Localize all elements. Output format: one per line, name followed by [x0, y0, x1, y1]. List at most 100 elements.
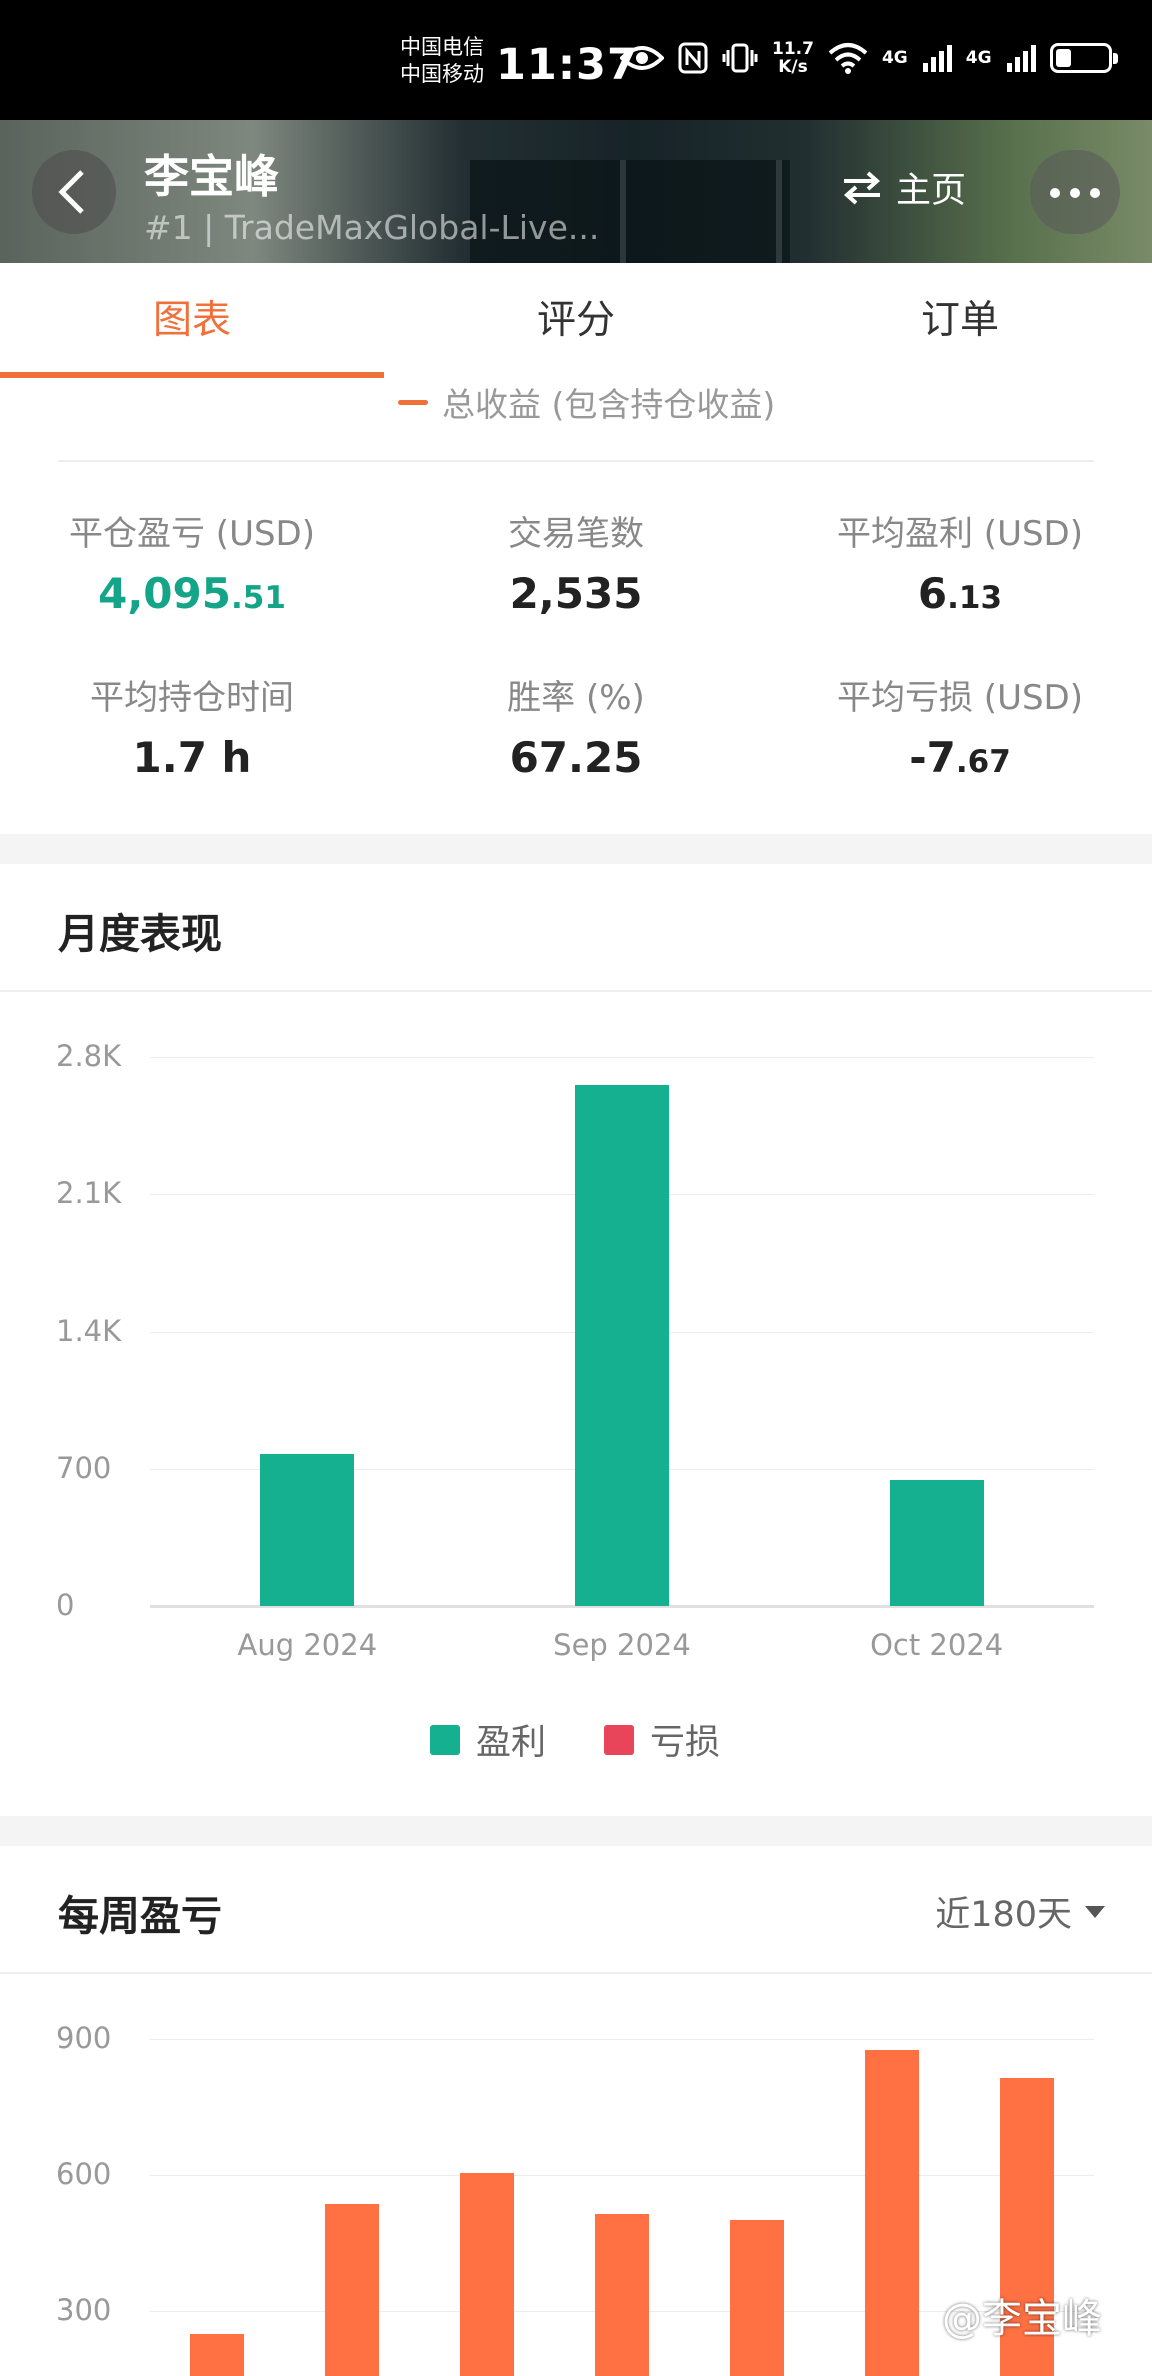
net-speed-unit: K/s	[778, 57, 808, 77]
weekly-bar[interactable]	[729, 2220, 784, 2376]
y-tick-label: 2.1K	[56, 1176, 122, 1211]
stat-value-decimal: .13	[947, 580, 1003, 616]
y-tick-label: 2.8K	[56, 1039, 122, 1073]
legend-line-icon	[398, 399, 428, 405]
x-tick-label: Sep 2024	[553, 1628, 691, 1662]
gridline	[150, 1057, 1094, 1058]
more-dot-icon	[1070, 188, 1080, 198]
stat-label: 平均亏损 (USD)	[837, 678, 1083, 718]
stat-value: 1.7 h	[0, 733, 384, 782]
home-label: 主页	[896, 171, 967, 211]
gridline	[150, 2175, 1094, 2176]
range-selector[interactable]: 近180天	[935, 1886, 1106, 1937]
stat-value-main: 2,535	[509, 569, 643, 618]
total-return-label: 总收益 (包含持仓收益)	[442, 385, 776, 424]
card-title: 月度表现	[58, 910, 222, 958]
x-tick-label: Oct 2024	[870, 1628, 1004, 1662]
divider	[0, 990, 1152, 992]
carrier-1: 中国电信	[400, 35, 484, 59]
bar-sep-2024[interactable]	[575, 1085, 669, 1606]
net-speed: 11.7 K/s	[772, 40, 814, 76]
weekly-bar[interactable]	[325, 2204, 380, 2376]
vibrate-icon	[722, 43, 758, 73]
legend-loss[interactable]: 亏损	[604, 1714, 720, 1765]
x-tick-label: Aug 2024	[237, 1628, 378, 1662]
status-icons: 11.7 K/s 4G 4G	[620, 40, 1118, 76]
stat-label: 交易笔数	[508, 514, 644, 554]
swap-arrows-icon	[843, 171, 881, 204]
legend-swatch-icon	[604, 1724, 634, 1755]
stat-value: 4,095.51	[0, 569, 384, 618]
wifi-icon	[828, 43, 868, 74]
stat-value-main: 6	[917, 569, 948, 618]
stat-value-main: 1.7 h	[132, 733, 252, 782]
divider	[0, 1972, 1152, 1974]
monthly-performance-card: 月度表现 0 700 1.4K 2.1K 2.8K Aug 2024 Sep 2024 Oct…	[0, 864, 1152, 1816]
stat-closed-pnl: 平仓盈亏 (USD) 4,095.51	[0, 506, 384, 618]
stat-value-main: -7	[909, 733, 956, 782]
weekly-bar[interactable]	[864, 2050, 919, 2376]
stat-value-main: 67.25	[509, 733, 643, 782]
signal-icon	[922, 45, 952, 72]
stat-avg-hold-time: 平均持仓时间 1.7 h	[0, 670, 384, 782]
stat-label: 平仓盈亏 (USD)	[69, 514, 315, 554]
stat-avg-profit: 平均盈利 (USD) 6.13	[768, 506, 1152, 618]
stats-card: 总收益 (包含持仓收益) 平仓盈亏 (USD) 4,095.51 交易笔数 2,…	[0, 378, 1152, 834]
y-tick-label: 700	[56, 1450, 112, 1485]
weekly-bar[interactable]	[595, 2213, 649, 2376]
trader-name: 李宝峰	[144, 150, 280, 203]
watermark: @李宝峰	[942, 2296, 1102, 2342]
carrier-2: 中国移动	[400, 62, 484, 86]
tab-orders[interactable]: 订单	[768, 263, 1152, 378]
stat-value-decimal: .67	[955, 744, 1011, 780]
network-type-2: 4G	[965, 48, 992, 68]
stat-trade-count: 交易笔数 2,535	[384, 506, 768, 618]
stat-win-rate: 胜率 (%) 67.25	[384, 670, 768, 782]
range-label: 近180天	[935, 1895, 1072, 1935]
chevron-left-icon	[58, 170, 84, 214]
stat-value: 2,535	[384, 569, 768, 618]
carrier-names: 中国电信 中国移动	[400, 34, 484, 88]
y-tick-label: 300	[56, 2293, 112, 2327]
tab-rating[interactable]: 评分	[384, 263, 768, 378]
status-bar: 中国电信 中国移动 11:37 11.7 K/s 4G 4G	[0, 0, 1152, 120]
stat-value-main: 4,095	[98, 569, 231, 618]
more-dot-icon	[1090, 188, 1100, 198]
bar-oct-2024[interactable]	[889, 1479, 984, 1606]
stat-avg-loss: 平均亏损 (USD) -7.67	[768, 670, 1152, 782]
total-return-legend: 总收益 (包含持仓收益)	[398, 378, 775, 426]
divider	[58, 460, 1094, 462]
net-speed-value: 11.7	[772, 39, 814, 59]
stat-label: 胜率 (%)	[507, 678, 645, 718]
stat-value-decimal: .51	[230, 580, 286, 616]
stat-label: 平均持仓时间	[90, 678, 294, 718]
y-tick-label: 600	[56, 2157, 112, 2191]
profile-header: 李宝峰 #1 | TradeMaxGlobal-Live... 主页	[0, 120, 1152, 263]
weekly-bar[interactable]	[190, 2333, 245, 2376]
legend-label: 亏损	[650, 1723, 721, 1763]
more-dot-icon	[1050, 188, 1060, 198]
legend-profit[interactable]: 盈利	[430, 1714, 546, 1765]
more-button[interactable]	[1030, 150, 1120, 234]
y-tick-label: 1.4K	[56, 1313, 122, 1348]
battery-level	[1055, 49, 1071, 67]
network-type-1: 4G	[881, 48, 908, 68]
gridline	[150, 2039, 1094, 2040]
stat-value: -7.67	[768, 733, 1152, 782]
bar-aug-2024[interactable]	[260, 1454, 355, 1606]
signal-icon-2	[1006, 45, 1036, 72]
trader-account: #1 | TradeMaxGlobal-Live...	[144, 208, 600, 247]
y-tick-label: 0	[56, 1588, 75, 1622]
weekly-bar[interactable]	[460, 2172, 515, 2376]
status-time: 11:37	[496, 40, 638, 90]
stat-value: 6.13	[768, 569, 1152, 618]
card-title: 每周盈亏	[58, 1892, 222, 1940]
back-button[interactable]	[32, 150, 116, 234]
nfc-icon	[678, 42, 708, 74]
legend-swatch-icon	[430, 1724, 460, 1755]
stat-value: 67.25	[384, 733, 768, 782]
eye-icon	[620, 46, 664, 70]
battery-icon	[1049, 43, 1118, 73]
tab-chart[interactable]: 图表	[0, 263, 384, 378]
home-button[interactable]: 主页	[842, 162, 966, 213]
